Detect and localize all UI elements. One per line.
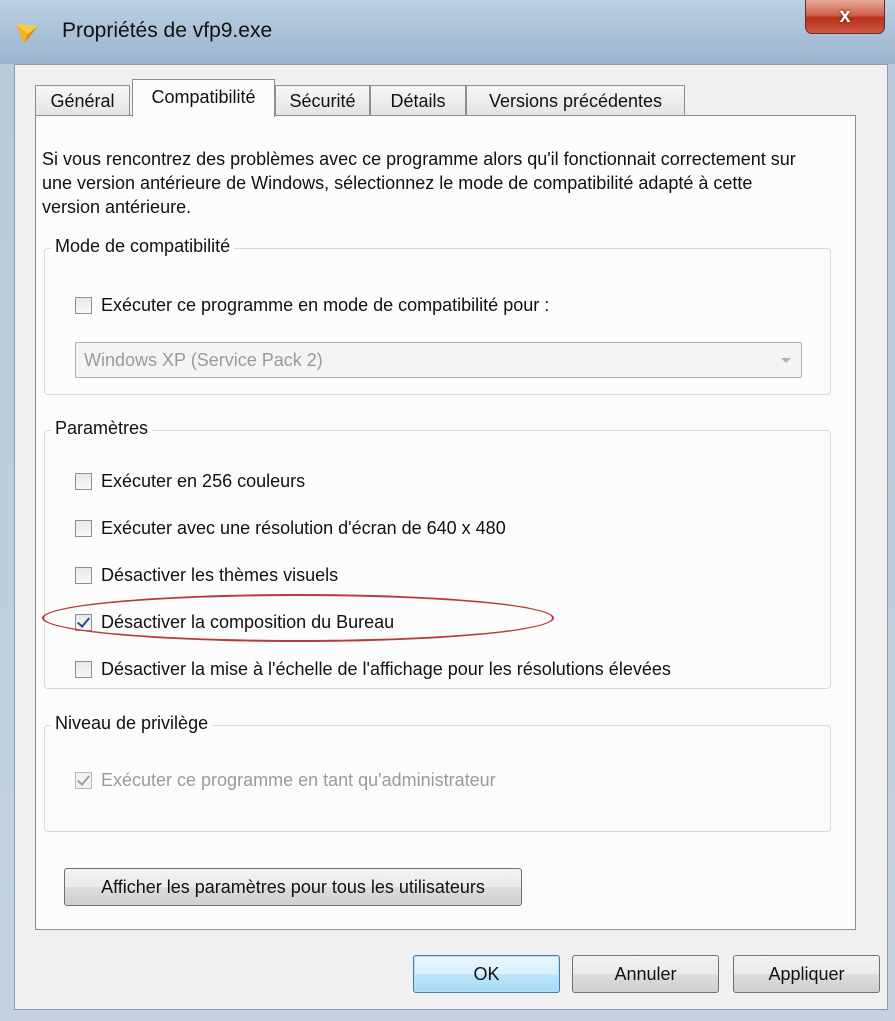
cancel-button[interactable]: Annuler [572,955,719,993]
compat-mode-select: Windows XP (Service Pack 2) [75,342,802,378]
setting-disable-dpi-scaling-checkbox[interactable] [75,660,92,678]
tab-security[interactable]: Sécurité [275,85,370,116]
setting-disable-themes-checkbox[interactable] [75,566,92,584]
apply-button[interactable]: Appliquer [733,955,880,993]
run-as-admin-checkbox [75,771,92,789]
highlight-ellipse-annotation [42,594,554,642]
compat-mode-checkbox-label: Exécuter ce programme en mode de compati… [101,294,550,315]
setting-256-colors-checkbox[interactable] [75,472,92,490]
close-icon: x [839,5,851,27]
setting-disable-themes-label: Désactiver les thèmes visuels [101,564,339,585]
compat-mode-select-value: Windows XP (Service Pack 2) [84,350,323,370]
privilege-group-label: Niveau de privilège [51,713,213,734]
setting-256-colors-label: Exécuter en 256 couleurs [101,470,306,491]
show-all-users-settings-button[interactable]: Afficher les paramètres pour tous les ut… [64,868,522,906]
setting-256-colors[interactable]: Exécuter en 256 couleurs [75,469,305,493]
setting-640x480-checkbox[interactable] [75,519,92,537]
chevron-down-icon [781,358,791,363]
setting-640x480-label: Exécuter avec une résolution d'écran de … [101,517,506,538]
tab-previous-versions[interactable]: Versions précédentes [466,85,685,116]
close-button[interactable]: x [805,0,885,34]
tab-general[interactable]: Général [35,85,130,116]
run-as-admin-row: Exécuter ce programme en tant qu'adminis… [75,768,496,792]
setting-disable-dpi-scaling[interactable]: Désactiver la mise à l'échelle de l'affi… [75,657,671,681]
window-title: Propriétés de vfp9.exe [62,19,273,42]
dialog-client-area: Général Compatibilité Sécurité Détails V… [14,64,888,1010]
properties-window: Propriétés de vfp9.exe x Général Compati… [0,0,895,1021]
setting-640x480[interactable]: Exécuter avec une résolution d'écran de … [75,516,506,540]
compat-mode-checkbox-row[interactable]: Exécuter ce programme en mode de compati… [75,293,549,317]
title-bar[interactable]: Propriétés de vfp9.exe x [0,0,895,64]
compat-mode-group: Mode de compatibilité Exécuter ce progra… [44,236,831,395]
app-icon [16,24,38,44]
setting-disable-themes[interactable]: Désactiver les thèmes visuels [75,563,338,587]
intro-text: Si vous rencontrez des problèmes avec ce… [42,149,796,217]
run-as-admin-label: Exécuter ce programme en tant qu'adminis… [101,769,496,790]
compat-mode-checkbox[interactable] [75,296,92,314]
tab-details[interactable]: Détails [370,85,466,116]
settings-group: Paramètres Exécuter en 256 couleurs Exéc… [44,418,831,689]
ok-button[interactable]: OK [413,955,560,993]
tab-compatibility[interactable]: Compatibilité [132,79,275,117]
compat-mode-group-label: Mode de compatibilité [51,236,235,257]
settings-group-label: Paramètres [51,418,153,439]
privilege-group: Niveau de privilège Exécuter ce programm… [44,713,831,832]
setting-disable-dpi-scaling-label: Désactiver la mise à l'échelle de l'affi… [101,658,671,679]
